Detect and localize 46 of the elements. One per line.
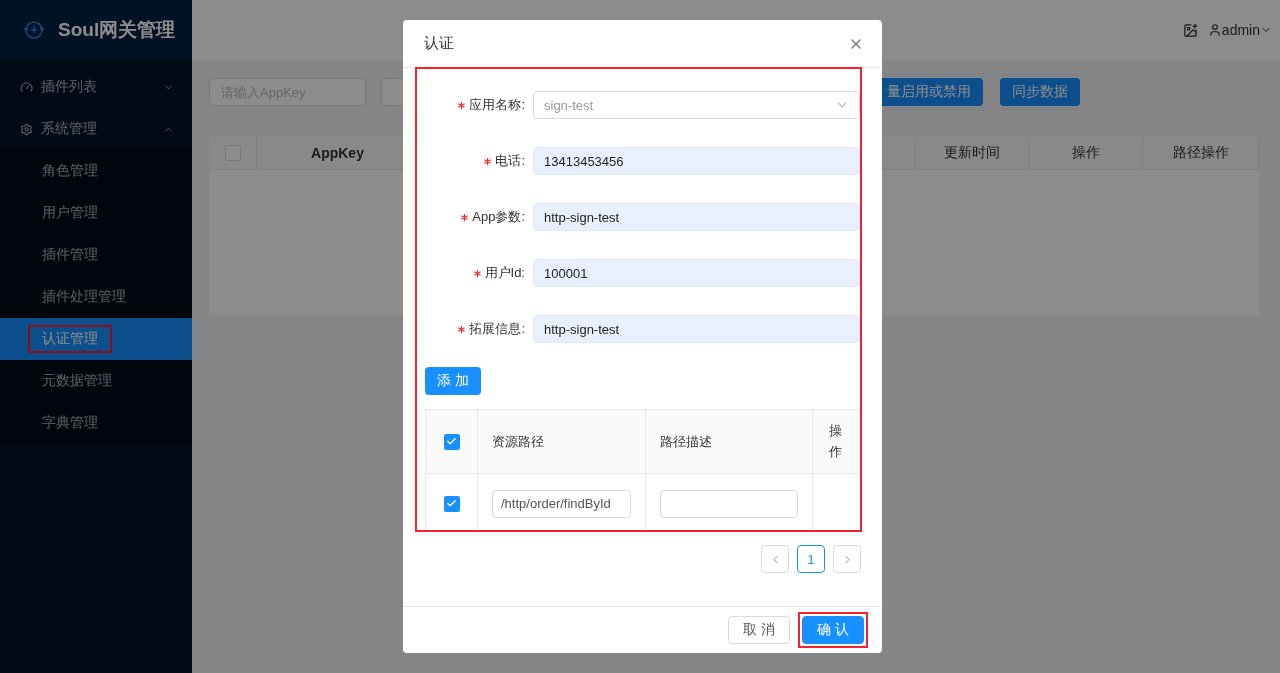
dialog-title: 认证 [424, 34, 454, 53]
menu-item[interactable]: 插件列表 [0, 66, 192, 108]
field-label: 应用名称: [425, 96, 533, 114]
user-icon [1207, 23, 1222, 37]
submenu-item[interactable]: 插件管理 [0, 234, 192, 276]
image-icon[interactable] [1182, 22, 1198, 38]
check-icon [446, 498, 457, 509]
app-title: Soul网关管理 [58, 18, 176, 42]
required-icon [473, 269, 481, 277]
confirm-button[interactable]: 确 认 [802, 616, 864, 644]
input-field[interactable]: 13413453456 [533, 147, 860, 175]
user-menu[interactable]: admin [1207, 22, 1272, 38]
submenu-item[interactable]: 认证管理 [0, 318, 192, 360]
field-label: 电话: [425, 152, 533, 170]
submenu-item[interactable]: 角色管理 [0, 150, 192, 192]
checkbox[interactable] [443, 433, 460, 450]
menu-item[interactable]: 系统管理 [0, 108, 192, 150]
checkbox[interactable] [443, 495, 460, 512]
column-header: 更新时间 [916, 137, 1029, 169]
cancel-button[interactable]: 取 消 [728, 616, 791, 644]
input-field[interactable]: http-sign-test [533, 315, 860, 343]
submenu-item[interactable]: 字典管理 [0, 402, 192, 444]
input-field[interactable]: http-sign-test [533, 203, 860, 231]
page-button[interactable]: 1 [797, 545, 825, 573]
logo-icon [22, 20, 46, 40]
required-icon [458, 101, 466, 109]
input-field[interactable]: 100001 [533, 259, 860, 287]
column-header: 资源路径 [492, 432, 544, 451]
field-label: 拓展信息: [425, 320, 533, 338]
column-header: 操作 [1029, 137, 1143, 169]
column-header: 操作 [829, 421, 842, 461]
input-field[interactable] [660, 489, 798, 518]
column-header: 路径描述 [660, 432, 712, 451]
check-icon [446, 436, 457, 447]
required-icon [484, 157, 492, 165]
add-button[interactable]: 添 加 [425, 367, 481, 395]
column-header: 路径操作 [1143, 137, 1259, 169]
field-label: App参数: [425, 208, 533, 226]
toolbar-button[interactable]: 同步数据 [1000, 78, 1080, 106]
required-icon [458, 325, 466, 333]
input-field[interactable]: /http/order/findById [492, 489, 631, 518]
submenu-item[interactable]: 用户管理 [0, 192, 192, 234]
submenu-item[interactable]: 插件处理管理 [0, 276, 192, 318]
submenu-item[interactable]: 元数据管理 [0, 360, 192, 402]
required-icon [461, 213, 469, 221]
field-label: 用户Id: [425, 264, 533, 282]
